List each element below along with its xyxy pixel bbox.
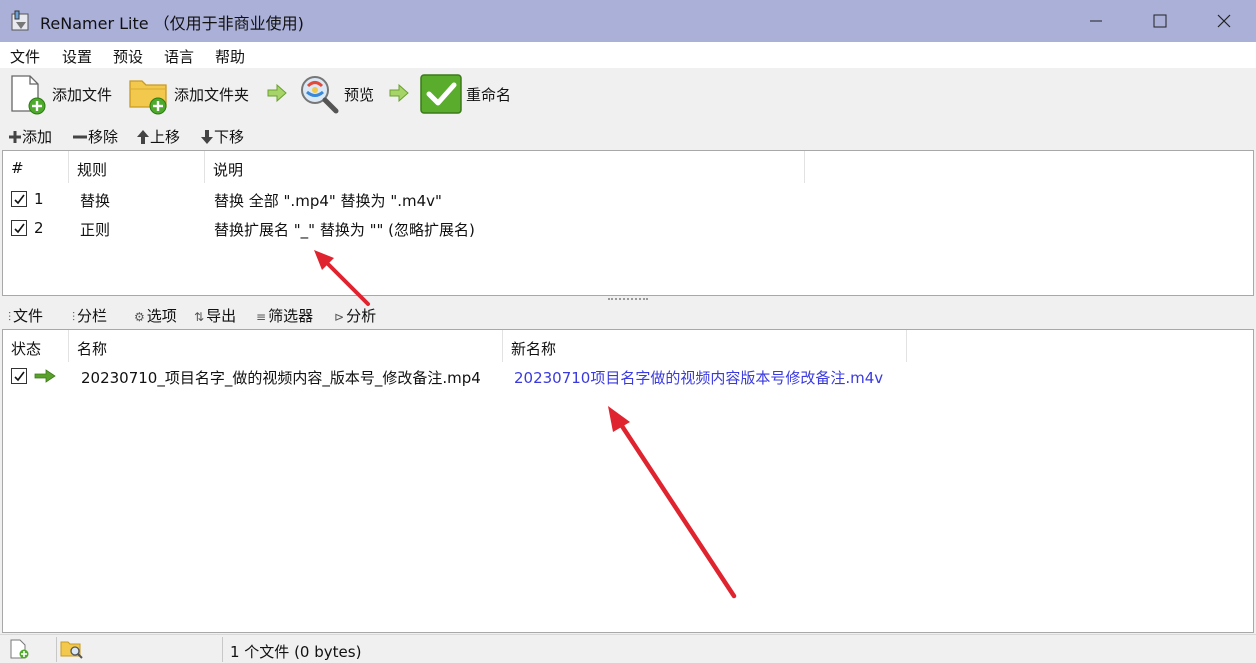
analyze-icon: ⊳ — [334, 310, 345, 324]
export-menu-label: 导出 — [206, 307, 237, 325]
columns-icon: ⫶ — [72, 310, 76, 324]
column-header-rule[interactable]: 规则 — [69, 151, 205, 183]
column-header-number[interactable]: # — [3, 151, 69, 183]
filters-menu-label: 筛选器 — [268, 307, 314, 325]
minus-icon — [73, 135, 87, 138]
move-down-label: 下移 — [214, 128, 245, 146]
add-rule-label: 添加 — [22, 128, 53, 146]
analyze-menu-button[interactable]: ⊳ 分析 — [334, 305, 376, 326]
menu-settings[interactable]: 设置 — [62, 46, 92, 67]
close-icon — [1217, 14, 1231, 28]
file-name: 20230710_项目名字_做的视频内容_版本号_修改备注.mp4 — [81, 369, 481, 387]
menu-bar: 文件 设置 预设 语言 帮助 — [0, 42, 1256, 68]
menu-help[interactable]: 帮助 — [215, 46, 245, 67]
magnifier-icon — [301, 76, 339, 114]
check-icon — [14, 371, 25, 382]
rule-description: 替换扩展名 "_" 替换为 "" (忽略扩展名) — [214, 221, 475, 239]
arrow-up-icon — [137, 129, 149, 144]
files-toolbar: ⫶ 文件 ⫶ 分栏 ⚙ 选项 ⇅ 导出 ≡ 筛选器 ⊳ 分析 — [0, 302, 1256, 329]
rename-label: 重命名 — [466, 85, 512, 104]
remove-rule-button[interactable]: 移除 — [72, 126, 118, 147]
checkmark-icon — [420, 74, 462, 114]
columns-menu-label: 分栏 — [77, 307, 108, 325]
status-separator — [222, 637, 223, 662]
minimize-button[interactable] — [1064, 0, 1128, 42]
move-up-label: 上移 — [150, 128, 181, 146]
add-file-icon — [11, 75, 46, 115]
menu-file[interactable]: 文件 — [10, 46, 40, 67]
files-menu-label: 文件 — [13, 307, 44, 325]
folder-search-icon[interactable] — [60, 638, 84, 660]
options-menu-label: 选项 — [146, 307, 177, 325]
rule-number: 2 — [34, 219, 44, 237]
status-arrow-icon — [34, 369, 56, 383]
options-menu-button[interactable]: ⚙ 选项 — [134, 305, 177, 326]
window-title: ReNamer Lite （仅用于非商业使用) — [40, 14, 304, 33]
app-icon — [11, 10, 29, 31]
filters-menu-button[interactable]: ≡ 筛选器 — [256, 305, 313, 326]
rule-2-checkbox[interactable] — [11, 220, 27, 236]
close-button[interactable] — [1192, 0, 1256, 42]
file-1-checkbox[interactable] — [11, 368, 27, 384]
rule-name: 替换 — [80, 192, 111, 210]
add-files-label: 添加文件 — [52, 85, 113, 104]
analyze-menu-label: 分析 — [346, 307, 377, 325]
column-header-name[interactable]: 名称 — [69, 330, 503, 362]
menu-presets[interactable]: 预设 — [113, 46, 143, 67]
add-folder-icon — [129, 80, 167, 115]
preview-label: 预览 — [344, 85, 375, 104]
maximize-button[interactable] — [1128, 0, 1192, 42]
add-folder-button[interactable]: 添加文件夹 — [128, 68, 249, 120]
splitter-grip — [608, 298, 648, 300]
files-table: 状态 名称 新名称 20230710_项目名字_做的视频内容_版本号_修改备注.… — [2, 329, 1254, 633]
arrow-down-icon — [201, 129, 213, 144]
rules-table: # 规则 说明 1 替换 替换 全部 ".mp4" 替换为 ".m4v" 2 正… — [2, 150, 1254, 296]
rule-description: 替换 全部 ".mp4" 替换为 ".m4v" — [214, 192, 442, 210]
rename-button[interactable]: 重命名 — [420, 68, 511, 120]
preview-button[interactable]: 预览 — [298, 68, 374, 120]
filter-icon: ≡ — [256, 310, 267, 324]
column-header-new-name[interactable]: 新名称 — [503, 330, 907, 362]
move-up-button[interactable]: 上移 — [136, 126, 180, 147]
title-bar: ReNamer Lite （仅用于非商业使用) — [0, 0, 1256, 42]
rule-1-checkbox[interactable] — [11, 191, 27, 207]
column-header-description[interactable]: 说明 — [205, 151, 805, 183]
check-icon — [14, 194, 25, 205]
add-files-button[interactable]: 添加文件 — [8, 68, 112, 120]
arrow-right-icon — [389, 83, 409, 103]
move-down-button[interactable]: 下移 — [200, 126, 244, 147]
arrow-right-icon — [267, 83, 287, 103]
status-separator — [56, 637, 57, 662]
menu-language[interactable]: 语言 — [164, 46, 194, 67]
rule-name: 正则 — [80, 221, 111, 239]
file-new-name: 20230710项目名字做的视频内容版本号修改备注.m4v — [514, 369, 884, 387]
columns-menu-button[interactable]: ⫶ 分栏 — [72, 305, 107, 326]
export-icon: ⇅ — [194, 310, 205, 324]
maximize-icon — [1153, 14, 1167, 28]
minimize-icon — [1090, 20, 1102, 22]
options-icon: ⚙ — [134, 310, 145, 324]
add-rule-button[interactable]: 添加 — [8, 126, 52, 147]
columns-icon: ⫶ — [8, 310, 12, 324]
export-menu-button[interactable]: ⇅ 导出 — [194, 305, 236, 326]
remove-rule-label: 移除 — [88, 128, 119, 146]
plus-icon — [9, 130, 21, 143]
rules-toolbar: 添加 移除 上移 下移 — [0, 122, 1256, 150]
rule-number: 1 — [34, 190, 44, 208]
add-file-small-icon[interactable] — [8, 638, 30, 660]
main-toolbar: 添加文件 添加文件夹 预览 重命名 — [0, 68, 1256, 120]
column-header-state[interactable]: 状态 — [3, 330, 69, 362]
check-icon — [14, 223, 25, 234]
add-folder-label: 添加文件夹 — [174, 85, 250, 104]
status-text: 1 个文件 (0 bytes) — [230, 643, 362, 661]
files-menu-button[interactable]: ⫶ 文件 — [8, 305, 43, 326]
status-bar: 1 个文件 (0 bytes) — [0, 634, 1256, 663]
